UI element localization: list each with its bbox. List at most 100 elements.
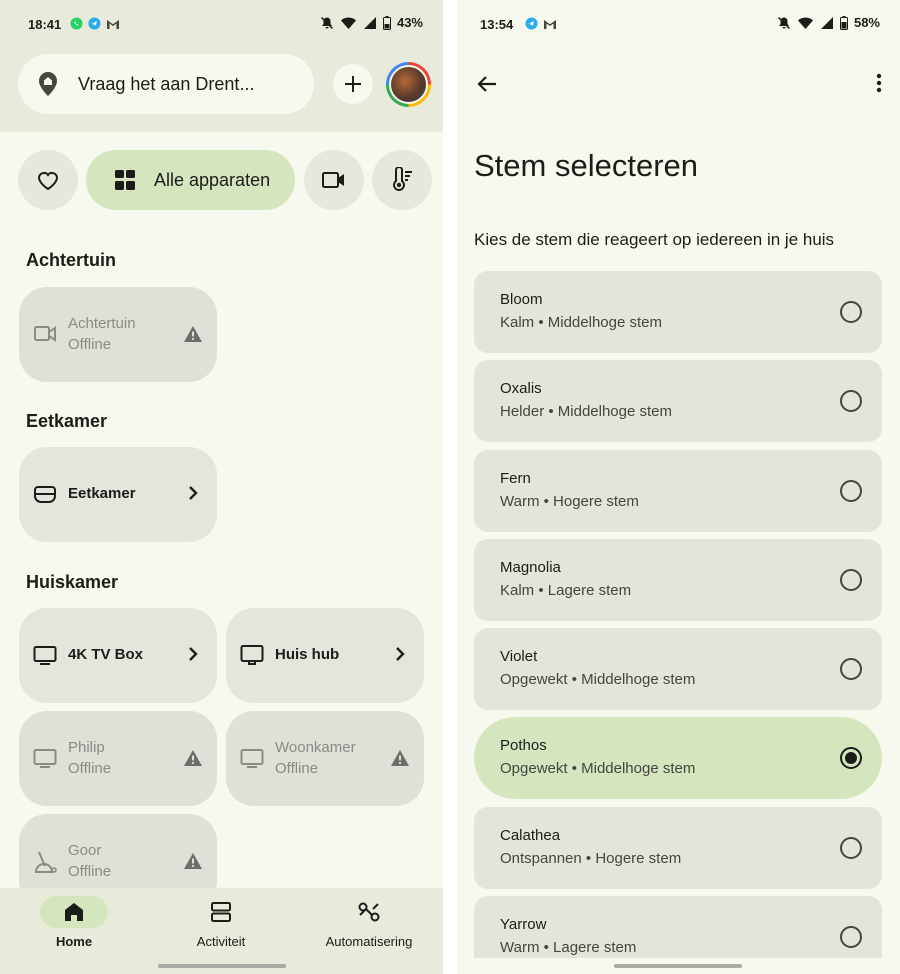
radio-button[interactable] <box>840 480 862 502</box>
chevron-right-icon <box>394 646 406 667</box>
voice-option-magnolia[interactable]: Magnolia Kalm • Lagere stem <box>474 539 882 621</box>
home-pin-icon <box>36 70 60 103</box>
telegram-icon <box>525 17 538 30</box>
plus-icon <box>345 76 361 92</box>
device-name: Eetkamer <box>68 485 136 502</box>
warning-icon <box>390 749 410 772</box>
nav-home[interactable]: Home <box>0 896 148 949</box>
battery-icon <box>382 15 391 30</box>
gesture-handle[interactable] <box>158 964 286 968</box>
voice-description: Helder • Middelhoge stem <box>500 403 673 420</box>
back-arrow-icon[interactable] <box>475 72 499 101</box>
gmail-icon <box>107 19 119 29</box>
voice-description: Opgewekt • Middelhoge stem <box>500 671 696 688</box>
voice-name: Calathea <box>500 827 561 844</box>
wifi-icon <box>797 17 813 29</box>
signal-icon <box>363 16 376 29</box>
gmail-icon <box>544 19 556 29</box>
system-icons: 58% <box>777 15 880 30</box>
device-name: 4K TV Box <box>68 646 144 663</box>
voice-option-calathea[interactable]: Calathea Ontspannen • Hogere stem <box>474 807 882 889</box>
voice-option-fern[interactable]: Fern Warm • Hogere stem <box>474 450 882 532</box>
voice-name: Yarrow <box>500 916 547 933</box>
activity-icon <box>211 902 231 922</box>
device-name: Huis hub <box>275 646 340 663</box>
system-icons: 43% <box>320 15 423 30</box>
tv-icon <box>33 644 57 671</box>
avatar[interactable] <box>386 62 431 107</box>
voice-description: Ontspannen • Hogere stem <box>500 850 682 867</box>
voice-description: Opgewekt • Middelhoge stem <box>500 760 696 777</box>
mute-icon <box>320 16 333 29</box>
voice-name: Oxalis <box>500 380 542 397</box>
chevron-right-icon <box>187 646 199 667</box>
speaker-icon <box>33 483 57 510</box>
voice-option-bloom[interactable]: Bloom Kalm • Middelhoge stem <box>474 271 882 353</box>
tv-icon <box>240 747 264 774</box>
voice-name: Pothos <box>500 737 547 754</box>
grid-icon <box>115 170 135 190</box>
vacuum-icon <box>33 850 59 879</box>
section-title-eetkamer: Eetkamer <box>26 411 108 431</box>
favorites-chip[interactable] <box>18 150 78 210</box>
page-title: Stem selecteren <box>474 148 698 183</box>
radio-button[interactable] <box>840 926 862 948</box>
radio-button[interactable] <box>840 837 862 859</box>
add-button[interactable] <box>333 64 373 104</box>
section-title-huiskamer: Huiskamer <box>26 572 119 592</box>
gesture-handle[interactable] <box>614 964 742 968</box>
warning-icon <box>183 749 203 772</box>
all-devices-chip[interactable]: Alle apparaten <box>86 150 295 210</box>
voice-description: Kalm • Middelhoge stem <box>500 314 662 331</box>
heart-icon <box>37 171 59 191</box>
device-tile-woonkamer[interactable]: Woonkamer Offline <box>226 711 424 806</box>
device-status: Offline <box>68 863 112 880</box>
radio-button[interactable] <box>840 658 862 680</box>
voice-description: Warm • Hogere stem <box>500 493 639 510</box>
voice-option-pothos[interactable]: Pothos Opgewekt • Middelhoge stem <box>474 717 882 799</box>
radio-button[interactable] <box>840 390 862 412</box>
climate-chip[interactable] <box>372 150 432 210</box>
more-vert-icon[interactable] <box>876 72 882 99</box>
status-bar: 18:41 43% <box>0 0 443 50</box>
device-tile-huis-hub[interactable]: Huis hub <box>226 608 424 703</box>
automation-icon <box>358 902 380 922</box>
section-title-achtertuin: Achtertuin <box>26 250 116 270</box>
device-tile-achtertuin[interactable]: Achtertuin Offline <box>19 287 217 382</box>
nav-automation[interactable]: Automatisering <box>295 896 443 949</box>
voice-name: Fern <box>500 470 531 487</box>
telegram-icon <box>88 17 101 30</box>
nav-label: Automatisering <box>325 934 413 949</box>
home-screen: 18:41 43% Vraag het aan Drent... Alle ap… <box>0 0 443 974</box>
voice-option-oxalis[interactable]: Oxalis Helder • Middelhoge stem <box>474 360 882 442</box>
page-subtitle: Kies de stem die reageert op iedereen in… <box>474 230 835 249</box>
battery-percent: 43% <box>396 15 423 30</box>
status-bar: 13:54 58% <box>457 0 900 50</box>
home-icon <box>65 903 83 921</box>
camera-icon <box>33 323 57 350</box>
device-status: Offline <box>68 336 112 353</box>
device-status: Offline <box>275 760 319 777</box>
radio-button[interactable] <box>840 301 862 323</box>
assistant-search-bar[interactable]: Vraag het aan Drent... <box>18 54 314 114</box>
notification-icons <box>525 17 557 30</box>
thermometer-icon <box>393 167 412 191</box>
tv-icon <box>33 747 57 774</box>
device-name: Achtertuin <box>68 315 136 332</box>
nav-label: Activiteit <box>196 934 246 949</box>
cameras-chip[interactable] <box>304 150 364 210</box>
voice-option-violet[interactable]: Violet Opgewekt • Middelhoge stem <box>474 628 882 710</box>
signal-icon <box>820 16 833 29</box>
device-tile-philip[interactable]: Philip Offline <box>19 711 217 806</box>
device-tile-eetkamer[interactable]: Eetkamer <box>19 447 217 542</box>
radio-button[interactable] <box>840 569 862 591</box>
voice-name: Violet <box>500 648 538 665</box>
battery-icon <box>839 15 848 30</box>
nav-activity[interactable]: Activiteit <box>147 896 295 949</box>
video-camera-icon <box>322 172 344 188</box>
battery-percent: 58% <box>853 15 880 30</box>
voice-name: Magnolia <box>500 559 561 576</box>
radio-button-selected[interactable] <box>840 747 862 769</box>
device-name: Woonkamer <box>275 739 356 756</box>
device-tile-4k-tv-box[interactable]: 4K TV Box <box>19 608 217 703</box>
